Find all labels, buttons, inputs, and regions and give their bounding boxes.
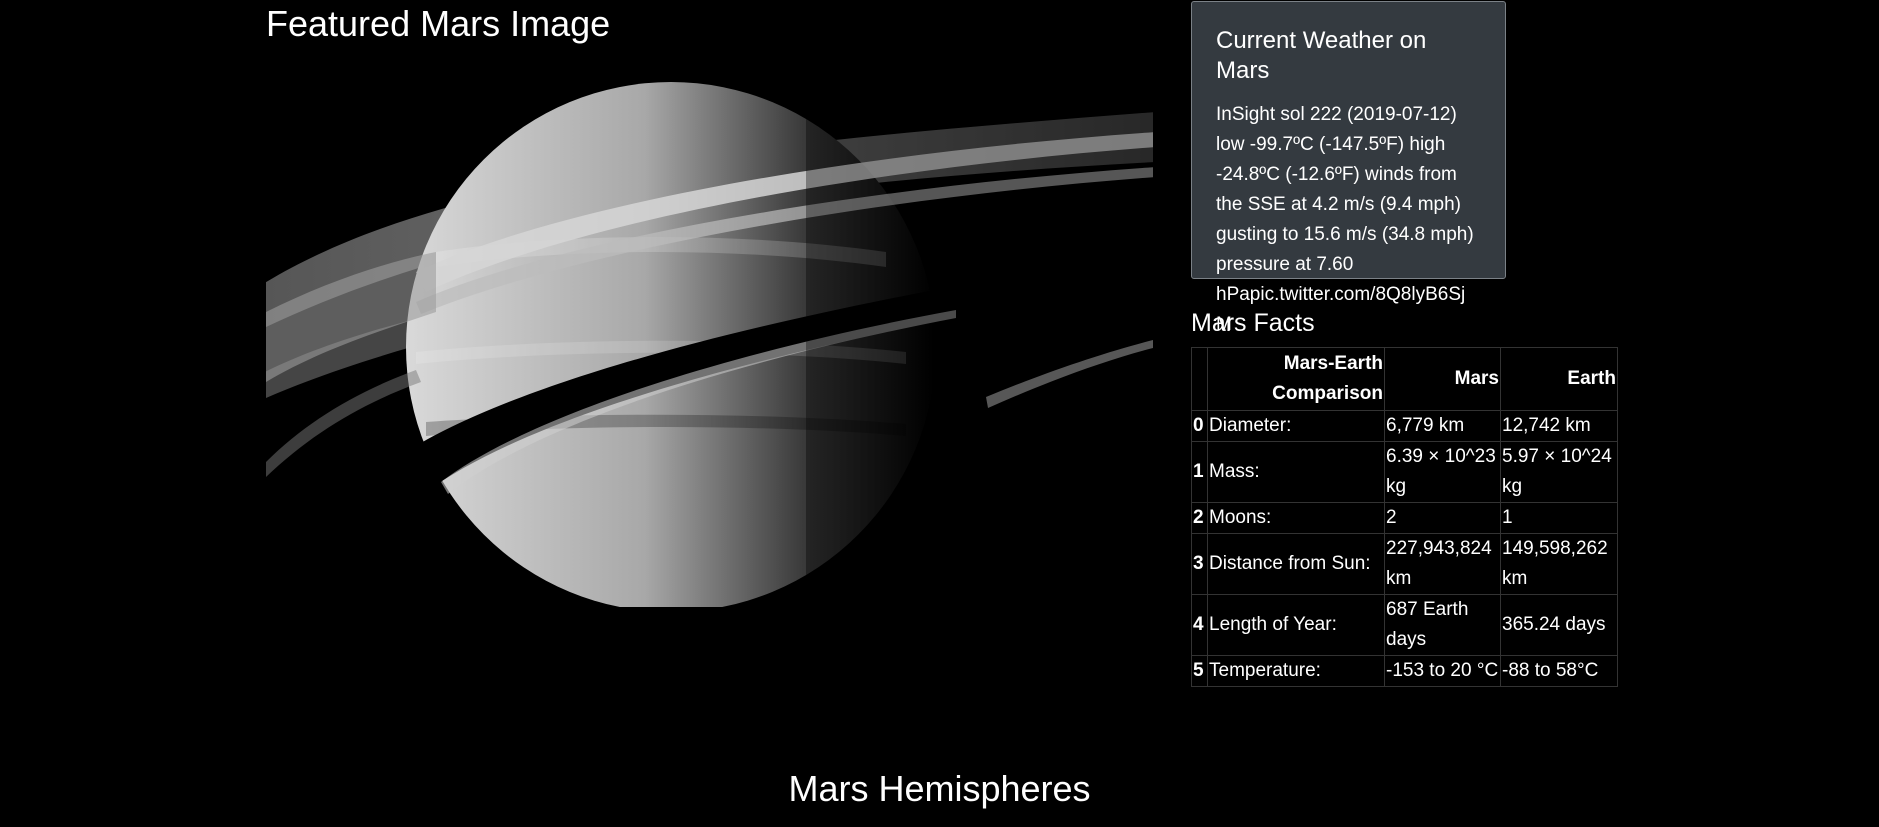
- row-label: Mass:: [1207, 441, 1385, 503]
- row-label: Temperature:: [1207, 655, 1385, 687]
- row-earth-value: 5.97 × 10^24 kg: [1500, 441, 1618, 503]
- row-mars-value: 6,779 km: [1384, 410, 1501, 442]
- row-index: 5: [1191, 655, 1208, 687]
- weather-card: Current Weather on Mars InSight sol 222 …: [1191, 1, 1506, 335]
- table-row: 3 Distance from Sun: 227,943,824 km 149,…: [1191, 533, 1618, 595]
- row-mars-value: -153 to 20 °C: [1384, 655, 1501, 687]
- table-row: 4 Length of Year: 687 Earth days 365.24 …: [1191, 594, 1618, 656]
- row-label: Distance from Sun:: [1207, 533, 1385, 595]
- row-index: 2: [1191, 502, 1208, 534]
- hemispheres-title: Mars Hemispheres: [788, 768, 1091, 809]
- featured-image-title: Featured Mars Image: [266, 3, 611, 44]
- table-header-comparison: Mars-Earth Comparison: [1207, 347, 1385, 411]
- row-earth-value: 365.24 days: [1500, 594, 1618, 656]
- row-earth-value: 149,598,262 km: [1500, 533, 1618, 595]
- row-earth-value: 12,742 km: [1500, 410, 1618, 442]
- table-row: 1 Mass: 6.39 × 10^23 kg 5.97 × 10^24 kg: [1191, 441, 1618, 503]
- row-mars-value: 6.39 × 10^23 kg: [1384, 441, 1501, 503]
- table-row: 5 Temperature: -153 to 20 °C -88 to 58°C: [1191, 655, 1618, 687]
- mars-facts-table: Mars-Earth Comparison Mars Earth 0 Diame…: [1191, 347, 1618, 687]
- row-mars-value: 2: [1384, 502, 1501, 534]
- table-header-index: [1191, 347, 1208, 411]
- saturn-illustration: [266, 52, 1153, 607]
- table-row: 0 Diameter: 6,779 km 12,742 km: [1191, 410, 1618, 442]
- weather-tweet-text: InSight sol 222 (2019-07-12) low -99.7ºC…: [1216, 104, 1474, 335]
- row-index: 1: [1191, 441, 1208, 503]
- table-header-mars: Mars: [1384, 347, 1501, 411]
- table-header-row: Mars-Earth Comparison Mars Earth: [1191, 347, 1618, 411]
- facts-title: Mars Facts: [1191, 309, 1315, 337]
- row-earth-value: -88 to 58°C: [1500, 655, 1618, 687]
- row-index: 0: [1191, 410, 1208, 442]
- row-label: Length of Year:: [1207, 594, 1385, 656]
- featured-image[interactable]: [266, 52, 1153, 607]
- row-index: 3: [1191, 533, 1208, 595]
- row-index: 4: [1191, 594, 1208, 656]
- row-mars-value: 687 Earth days: [1384, 594, 1501, 656]
- row-label: Diameter:: [1207, 410, 1385, 442]
- weather-title: Current Weather on Mars: [1216, 27, 1427, 84]
- row-earth-value: 1: [1500, 502, 1618, 534]
- row-mars-value: 227,943,824 km: [1384, 533, 1501, 595]
- row-label: Moons:: [1207, 502, 1385, 534]
- table-header-earth: Earth: [1500, 347, 1618, 411]
- table-row: 2 Moons: 2 1: [1191, 502, 1618, 534]
